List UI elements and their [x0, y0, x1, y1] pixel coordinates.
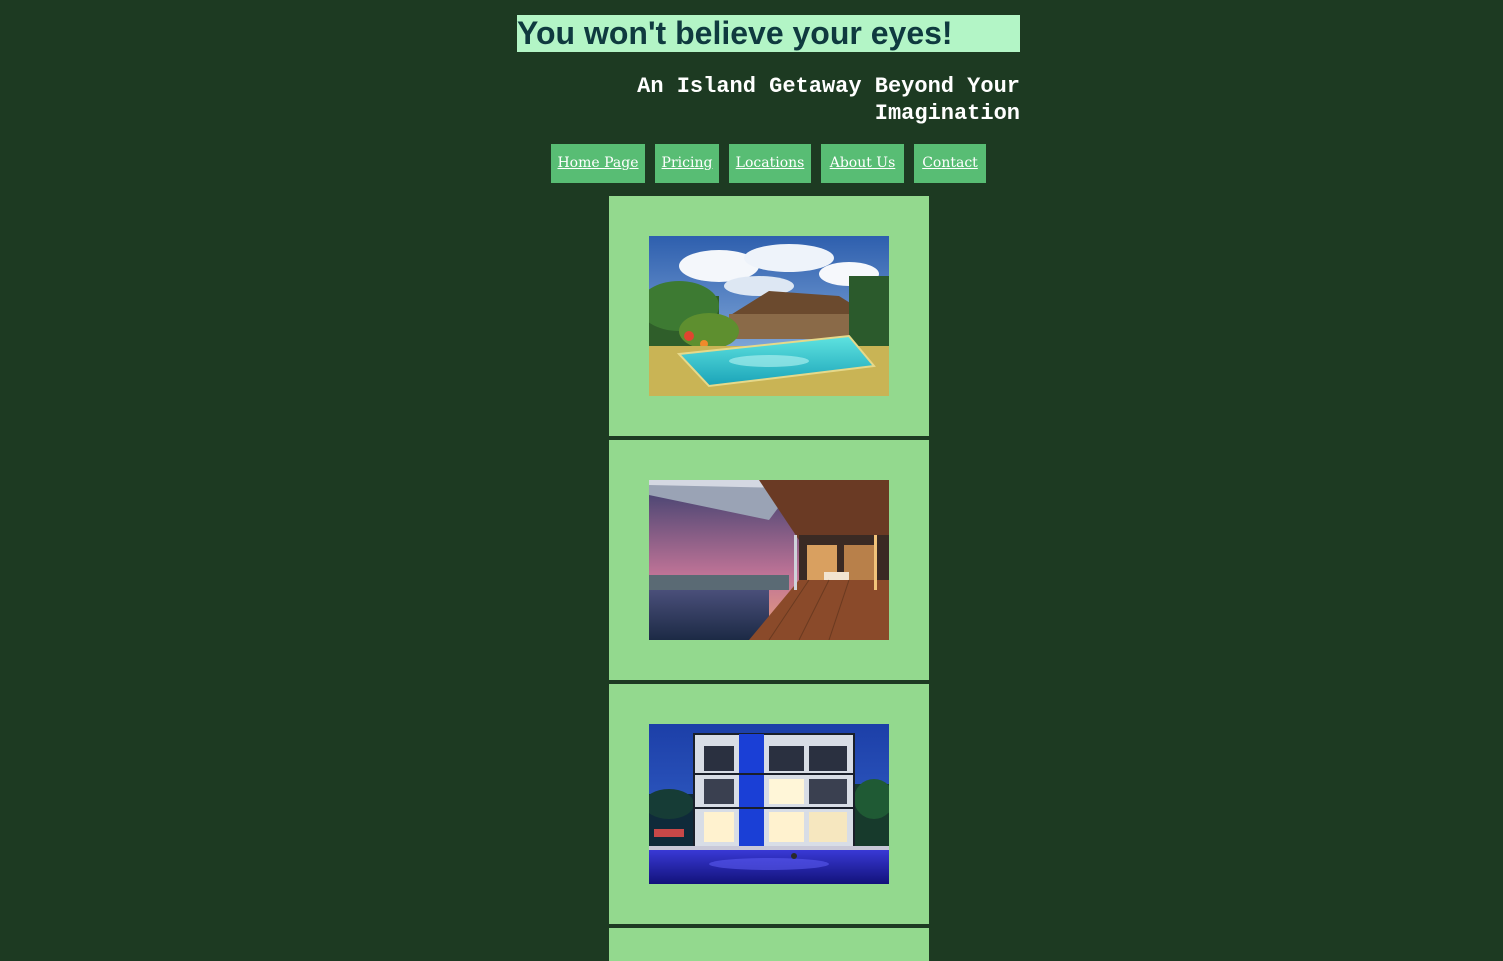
nav-link-about-us[interactable]: About Us — [821, 144, 904, 183]
sunset-terrace-photo — [649, 480, 889, 640]
gallery-card — [609, 196, 929, 436]
nav-link-contact[interactable]: Contact — [914, 144, 986, 183]
page-headline: You won't believe your eyes! — [517, 15, 1020, 52]
nav-link-pricing[interactable]: Pricing — [655, 144, 719, 183]
nav-link-home[interactable]: Home Page — [551, 144, 645, 183]
nav-link-locations[interactable]: Locations — [729, 144, 811, 183]
gallery-card — [609, 928, 929, 961]
night-villa-photo — [649, 724, 889, 884]
page-subheadline: An Island Getaway Beyond Your Imaginatio… — [637, 74, 1020, 126]
resort-pool-photo — [649, 236, 889, 396]
gallery-card — [609, 440, 929, 680]
gallery-card — [609, 684, 929, 924]
